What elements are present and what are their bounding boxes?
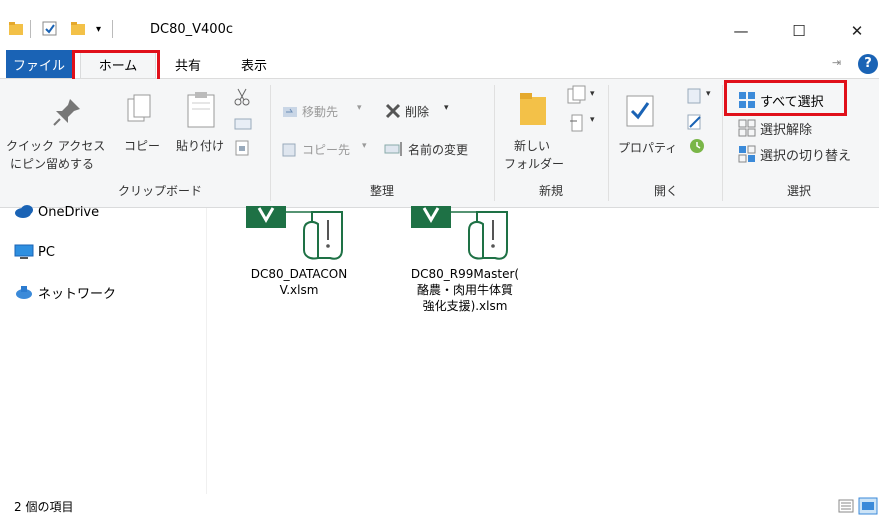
pin-ribbon-icon[interactable]: ⇥ — [832, 56, 841, 69]
easy-access-dropdown-icon[interactable]: ▾ — [590, 115, 595, 125]
status-bar: 2 個の項目 — [0, 494, 879, 517]
open-group-label: 開く — [653, 184, 678, 198]
navigation-pane: OneDrive PC ネットワーク — [0, 205, 206, 494]
file-item[interactable]: DC80_DATACON V.xlsm — [236, 206, 366, 318]
select-none-icon — [738, 119, 756, 137]
delete-button[interactable]: 削除 — [405, 103, 429, 120]
paste-icon — [187, 92, 215, 128]
clipboard-group-label: クリップボード — [117, 184, 202, 198]
move-to-button[interactable]: 移動先 — [302, 103, 338, 120]
nav-item-pc[interactable]: PC — [14, 242, 55, 262]
pc-icon — [14, 244, 34, 259]
file-name-line-2: 酪農・肉用牛体質 — [416, 283, 513, 297]
properties-icon — [626, 95, 654, 127]
nav-label-network: ネットワーク — [38, 286, 117, 302]
help-icon[interactable]: ? — [858, 54, 878, 74]
invert-selection-button[interactable]: 選択の切り替え — [760, 145, 851, 164]
maximize-button[interactable]: ☐ — [776, 16, 822, 46]
pin-quick-access-label-2[interactable]: にピン留めする — [10, 155, 94, 172]
copy-path-icon[interactable] — [234, 117, 252, 131]
pin-icon — [53, 99, 80, 126]
excel-macro-file-icon — [411, 206, 508, 260]
window-title: DC80_V400c — [150, 22, 233, 37]
properties-quick-icon[interactable] — [42, 21, 58, 37]
new-folder-icon — [520, 93, 546, 125]
file-list-pane: DC80_DATACON V.xlsm DC80_R99Master( 酪農・肉… — [206, 206, 879, 494]
paste-shortcut-icon[interactable] — [234, 139, 250, 157]
details-view-icon[interactable] — [838, 499, 854, 513]
copy-icon — [127, 94, 151, 122]
history-icon[interactable] — [688, 137, 706, 155]
file-name-line-1: DC80_DATACON — [250, 267, 348, 281]
edit-icon[interactable] — [686, 113, 704, 131]
delete-dropdown-icon[interactable]: ▾ — [444, 103, 449, 113]
paste-button[interactable]: 貼り付け — [176, 137, 224, 154]
copy-button[interactable]: コピー — [124, 137, 160, 154]
item-count: 2 個の項目 — [14, 500, 74, 514]
close-button[interactable]: ✕ — [834, 16, 879, 46]
copy-to-dropdown-icon[interactable]: ▾ — [362, 141, 367, 151]
cropped-annotation-strip — [0, 0, 879, 12]
rename-icon — [384, 142, 402, 156]
copy-to-button[interactable]: コピー先 — [302, 141, 350, 158]
nav-label-pc: PC — [38, 244, 55, 260]
select-group-label: 選択 — [786, 184, 811, 198]
new-item-icon[interactable] — [566, 85, 588, 105]
move-to-icon — [283, 107, 297, 117]
quick-access-dropdown-icon[interactable]: ▾ — [96, 24, 101, 35]
new-group-label: 新規 — [538, 184, 563, 198]
select-none-button[interactable]: 選択解除 — [760, 119, 812, 138]
file-name-line-3: 強化支援).xlsm — [422, 299, 508, 313]
title-bar: ▾ DC80_V400c — ☐ ✕ — [0, 12, 879, 50]
pin-quick-access-label-1[interactable]: クイック アクセス — [6, 137, 105, 154]
properties-button[interactable]: プロパティ — [618, 139, 677, 156]
tab-file[interactable]: ファイル — [6, 50, 72, 78]
folder-icon — [9, 22, 23, 35]
new-folder-label-2[interactable]: フォルダー — [504, 155, 564, 172]
network-icon — [16, 286, 32, 299]
onedrive-icon — [15, 205, 33, 218]
tab-view[interactable]: 表示 — [231, 50, 277, 78]
file-name-line-2: V.xlsm — [279, 283, 319, 297]
invert-selection-icon — [738, 145, 756, 163]
delete-icon — [385, 103, 401, 119]
large-icons-view-icon[interactable] — [858, 497, 878, 515]
copy-to-icon — [282, 143, 296, 157]
new-folder-label-1[interactable]: 新しい — [514, 137, 550, 154]
nav-item-onedrive[interactable]: OneDrive — [15, 202, 100, 222]
excel-macro-file-icon — [246, 206, 343, 260]
cut-icon[interactable] — [232, 87, 252, 107]
file-item[interactable]: DC80_R99Master( 酪農・肉用牛体質 強化支援).xlsm — [401, 206, 531, 338]
move-to-dropdown-icon[interactable]: ▾ — [357, 103, 362, 113]
new-folder-quick-icon[interactable] — [70, 21, 86, 37]
minimize-button[interactable]: — — [718, 16, 764, 46]
nav-label-onedrive: OneDrive — [38, 204, 100, 220]
file-name-line-1: DC80_R99Master( — [410, 267, 520, 281]
open-dropdown-icon[interactable]: ▾ — [706, 89, 711, 99]
open-icon[interactable] — [686, 87, 704, 105]
select-all-highlight — [724, 80, 847, 116]
tab-share[interactable]: 共有 — [165, 50, 211, 78]
easy-access-icon[interactable] — [568, 113, 588, 133]
nav-item-network[interactable]: ネットワーク — [16, 282, 117, 302]
organize-group-label: 整理 — [369, 184, 394, 198]
rename-button[interactable]: 名前の変更 — [408, 141, 468, 158]
new-item-dropdown-icon[interactable]: ▾ — [590, 89, 595, 99]
